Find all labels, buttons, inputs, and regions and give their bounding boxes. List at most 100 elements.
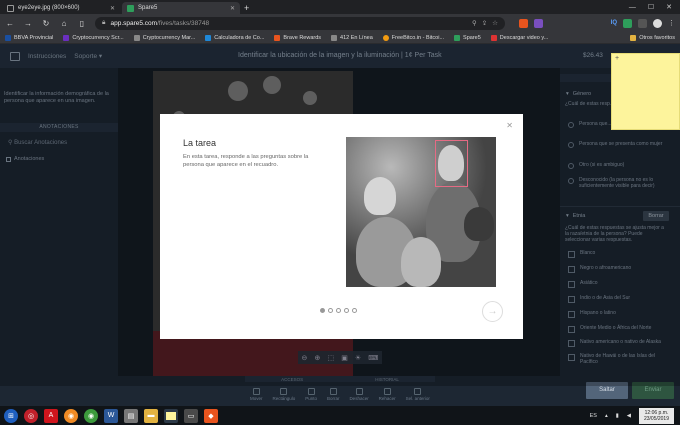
tab-label: eye2eye.jpg (800×600) bbox=[18, 5, 80, 11]
zoom-icon[interactable]: ⚲ bbox=[472, 19, 477, 27]
browser-toolbar: ← → ↻ ⌂ ▯ 🔒︎ app.spare5.com/fives/tasks/… bbox=[0, 14, 680, 32]
tool-previous[interactable]: Sel. anterior bbox=[406, 387, 430, 401]
puzzle-icon[interactable] bbox=[638, 18, 647, 28]
bitcoin-icon bbox=[382, 34, 389, 41]
yahoo-icon bbox=[63, 34, 70, 41]
language-indicator[interactable]: ES bbox=[590, 413, 597, 419]
browser-tab-bar: eye2eye.jpg (800×600) ✕ Spare5 ✕ + — ☐ ✕ bbox=[0, 0, 680, 14]
url-path: /fives/tasks/38748 bbox=[157, 19, 210, 27]
previous-icon bbox=[414, 387, 422, 395]
browser-tab-spare5[interactable]: Spare5 ✕ bbox=[122, 2, 240, 14]
bookmark-spare5[interactable]: Spare5 bbox=[454, 34, 481, 41]
carousel-dot[interactable] bbox=[352, 308, 357, 313]
star-icon[interactable]: ☆ bbox=[492, 19, 498, 27]
clock[interactable]: 12:06 p.m. 23/05/2019 bbox=[638, 407, 674, 424]
reload-icon[interactable]: ↻ bbox=[41, 19, 51, 28]
volume-icon[interactable]: ◀ bbox=[627, 413, 631, 419]
firefox-icon[interactable]: ◉ bbox=[64, 408, 78, 423]
redo-icon bbox=[383, 387, 391, 395]
start-icon[interactable]: ⊞ bbox=[4, 408, 18, 423]
globe-icon bbox=[331, 34, 338, 41]
maximize-icon[interactable]: ☐ bbox=[648, 3, 654, 11]
window-controls: — ☐ ✕ bbox=[629, 0, 680, 14]
image-tab-icon bbox=[7, 4, 14, 12]
download-icon bbox=[490, 34, 497, 41]
trash-icon bbox=[329, 387, 337, 395]
back-icon[interactable]: ← bbox=[5, 19, 15, 28]
point-icon bbox=[307, 387, 315, 395]
right-extensions: IQ ⋮ bbox=[611, 18, 675, 28]
system-tray: ES ▴ ▮ ◀ 12:06 p.m. 23/05/2019 bbox=[590, 407, 680, 424]
tool-move[interactable]: Mover bbox=[250, 387, 263, 401]
spare5-icon bbox=[127, 4, 134, 12]
bookmark-freebitco[interactable]: FreeBitco.in - Bitcoi... bbox=[382, 34, 444, 41]
minimize-icon[interactable]: — bbox=[629, 4, 636, 11]
bookmark-crypto-mar[interactable]: Cryptocurrency Mar... bbox=[133, 34, 195, 41]
tool-redo[interactable]: Rehacer bbox=[379, 387, 396, 401]
browser-tab-image[interactable]: eye2eye.jpg (800×600) ✕ bbox=[2, 2, 120, 14]
chrome-icon[interactable]: ◉ bbox=[84, 408, 98, 423]
bookmark-brave-rewards[interactable]: Brave Rewards bbox=[274, 34, 321, 41]
extension-icon[interactable] bbox=[534, 18, 543, 28]
file-explorer-icon[interactable]: ▬ bbox=[144, 408, 158, 423]
carousel-dot[interactable] bbox=[328, 308, 333, 313]
carousel-dot[interactable] bbox=[344, 308, 349, 313]
close-icon[interactable]: ✕ bbox=[110, 5, 115, 12]
bookmark-page-icon[interactable]: ▯ bbox=[77, 19, 87, 28]
word-icon[interactable]: W bbox=[104, 408, 118, 423]
tool-undo[interactable]: Deshacer bbox=[349, 387, 369, 401]
face-bounding-box bbox=[435, 140, 468, 187]
kebab-menu-icon[interactable]: ⋮ bbox=[668, 19, 675, 27]
tool-point[interactable]: Punto bbox=[305, 387, 317, 401]
tool-delete[interactable]: Borrar bbox=[327, 387, 339, 401]
forward-icon[interactable]: → bbox=[23, 19, 33, 28]
bookmark-bbva[interactable]: BBVA Provincial bbox=[5, 34, 53, 41]
share-icon[interactable]: ⇪ bbox=[482, 19, 487, 27]
sticky-notes-taskbar-icon[interactable] bbox=[164, 408, 178, 423]
modal-body: En esta tarea, responde a las preguntas … bbox=[183, 154, 309, 168]
close-icon[interactable]: ✕ bbox=[230, 5, 235, 12]
chevron-up-icon[interactable]: ▴ bbox=[605, 413, 608, 419]
bookmark-calculadora[interactable]: Calculadora de Co... bbox=[205, 34, 264, 41]
app-icon[interactable]: ▤ bbox=[124, 408, 138, 423]
profile-avatar[interactable] bbox=[653, 18, 662, 28]
tool-rectangle[interactable]: Rectángulo bbox=[272, 387, 295, 401]
spare5-icon bbox=[454, 34, 461, 41]
add-icon[interactable]: + bbox=[615, 55, 619, 62]
next-button[interactable]: → bbox=[482, 301, 503, 322]
globe-icon bbox=[133, 34, 140, 41]
calculator-icon bbox=[205, 34, 212, 41]
address-bar[interactable]: 🔒︎ app.spare5.com/fives/tasks/38748 ⚲ ⇪ … bbox=[95, 16, 505, 30]
app-window-icon[interactable]: ▭ bbox=[184, 408, 198, 423]
network-icon[interactable]: ▮ bbox=[616, 413, 619, 419]
carousel-dots bbox=[320, 308, 357, 313]
modal-title: La tarea bbox=[183, 138, 217, 148]
acrobat-icon[interactable]: A bbox=[44, 408, 58, 423]
intro-modal: ✕ La tarea En esta tarea, responde a las… bbox=[160, 114, 523, 339]
move-icon bbox=[252, 387, 260, 395]
lock-icon: 🔒︎ bbox=[102, 19, 106, 26]
close-window-icon[interactable]: ✕ bbox=[666, 3, 672, 11]
folder-icon bbox=[630, 34, 637, 41]
brave-taskbar-icon[interactable]: ◆ bbox=[204, 408, 218, 423]
iq-extension-icon[interactable]: IQ bbox=[611, 20, 617, 26]
creative-cloud-icon[interactable]: ◎ bbox=[24, 408, 38, 423]
windows-taskbar: ⊞ ◎ A ◉ ◉ W ▤ ▬ ▭ ◆ ES ▴ ▮ ◀ 12:06 p.m. … bbox=[0, 406, 680, 425]
bbva-icon bbox=[5, 34, 11, 41]
bookmark-other[interactable]: Otros favoritos bbox=[630, 34, 675, 41]
carousel-dot[interactable] bbox=[320, 308, 325, 313]
home-icon[interactable]: ⌂ bbox=[59, 19, 69, 28]
bookmark-crypto-scr[interactable]: Cryptocurrency Scr... bbox=[63, 34, 124, 41]
example-photo bbox=[346, 137, 496, 287]
bookmark-412[interactable]: 412 En Línea bbox=[331, 34, 373, 41]
brave-icon bbox=[274, 34, 281, 41]
new-tab-button[interactable]: + bbox=[244, 2, 249, 14]
sticky-note[interactable]: + bbox=[611, 53, 680, 130]
annotation-tools: Mover Rectángulo Punto Borrar Deshacer R… bbox=[245, 384, 435, 404]
carousel-dot[interactable] bbox=[336, 308, 341, 313]
close-icon[interactable]: ✕ bbox=[506, 121, 513, 130]
undo-icon bbox=[355, 387, 363, 395]
bookmark-descargar[interactable]: Descargar video y... bbox=[490, 34, 548, 41]
spare5-extension-icon[interactable] bbox=[623, 18, 632, 28]
brave-shield-icon[interactable] bbox=[519, 18, 528, 28]
